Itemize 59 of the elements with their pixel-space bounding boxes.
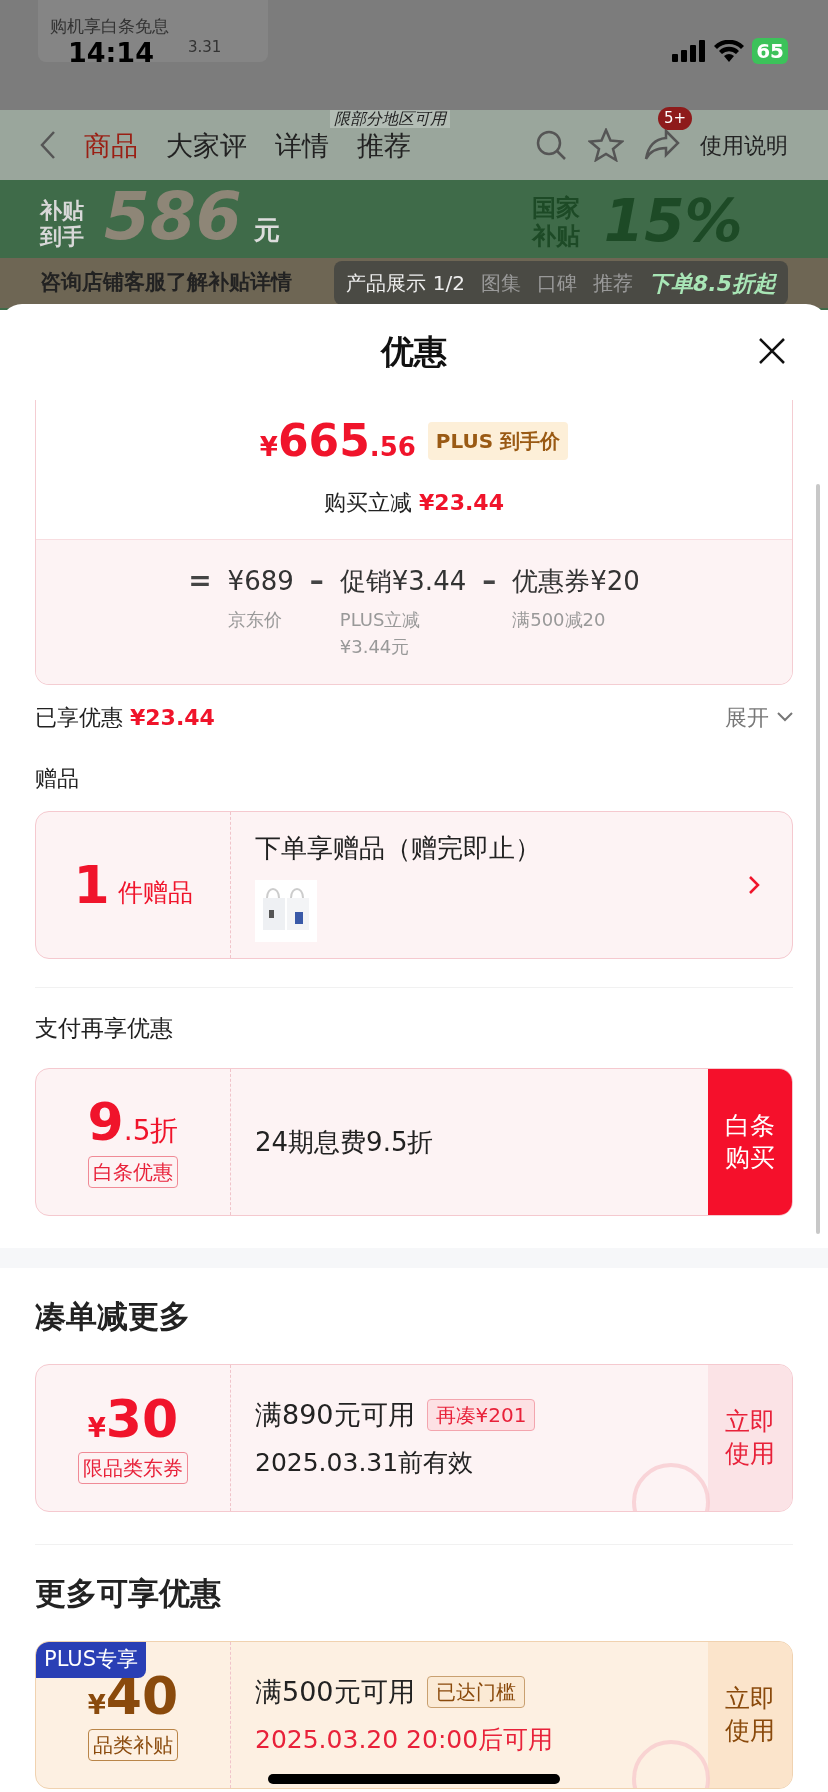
gift-card[interactable]: 1 件赠品 下单享赠品（赠完即止） [35, 811, 793, 959]
media-tab[interactable]: 产品展示 1/2 [346, 268, 465, 298]
plus-badge: PLUS专享 [36, 1642, 147, 1678]
coupon-validity: 2025.03.31前有效 [255, 1446, 475, 1479]
subsidy-label: 补贴到手 [40, 198, 85, 250]
price-term: 促销¥3.44 [339, 565, 467, 598]
consult-note: 咨询店铺客服了解补贴详情 [40, 269, 292, 297]
use-now-button[interactable]: 立即使用 [708, 1365, 792, 1511]
operator-sign: – [482, 564, 497, 599]
coupon-amount: ¥30 [87, 1392, 179, 1448]
term-note: PLUS立减 ¥3.44元 [339, 608, 422, 659]
coupon-condition: 满890元可用 [255, 1398, 415, 1432]
expand-toggle[interactable]: 展开 [725, 700, 793, 734]
price-term: ¥689 [227, 565, 294, 598]
nav-tab[interactable]: 详情 [275, 131, 329, 159]
region-note: 限部分地区可用 [330, 110, 450, 128]
media-tab[interactable]: 推荐 [593, 268, 633, 298]
discount-slogan: 下单8.5折起 [649, 269, 776, 298]
use-now-button[interactable]: 立即使用 [708, 1642, 792, 1788]
final-price: ¥665.56 [259, 414, 416, 468]
instant-saving: 购买立减 ¥23.44 [324, 489, 504, 517]
operator-sign: – [309, 564, 324, 599]
nav-tab[interactable]: 大家评 [166, 131, 247, 159]
subsidy-unit: 元 [253, 214, 280, 247]
coupon-hint: 已达门槛 [426, 1676, 525, 1709]
battery-indicator: 65 [752, 38, 788, 64]
operator-sign: = [188, 564, 212, 599]
status-time: 14:14 [68, 36, 154, 70]
promo-date: 3.31 [188, 37, 222, 58]
coupon-validity: 2025.03.20 20:00后可用 [255, 1723, 555, 1756]
coupon-tag: 品类补贴 [88, 1728, 178, 1761]
section-title: 凑单减更多 [35, 1296, 190, 1336]
manual-link[interactable]: 使用说明 [700, 128, 788, 162]
price-tag: PLUS 到手价 [427, 422, 569, 460]
discount-tag: 白条优惠 [88, 1156, 178, 1188]
term-note: 京东价 [227, 608, 283, 632]
price-term: 优惠券¥20 [512, 565, 640, 598]
discount-rate: 9.5折 [87, 1096, 179, 1152]
coupon-condition: 满500元可用 [255, 1675, 415, 1709]
promo-title: 购机享白条免息 [50, 15, 170, 39]
gift-count-label: 件赠品 [117, 877, 193, 910]
baitiao-buy-button[interactable]: 白条购买 [708, 1069, 792, 1215]
coupon-tag: 限品类东券 [78, 1451, 188, 1484]
term-note: 满500减20 [512, 608, 607, 632]
media-tab[interactable]: 图集 [481, 268, 521, 298]
gift-description: 下单享赠品（赠完即止） [255, 831, 542, 865]
cart-badge: 5+ [657, 107, 692, 130]
installment-offer: 24期息费9.5折 [255, 1125, 434, 1159]
coupon-hint: 再凑¥201 [426, 1399, 536, 1432]
section-title: 赠品 [35, 764, 79, 793]
section-title: 更多可享优惠 [35, 1573, 221, 1613]
enjoyed-discount: 已享优惠 ¥23.44 [35, 703, 215, 732]
gift-count: 1 [73, 854, 110, 917]
subsidy-amount: 586 [104, 184, 242, 250]
sheet-title: 优惠 [381, 331, 447, 374]
section-title: 支付再享优惠 [35, 1013, 173, 1043]
nav-tab[interactable]: 商品 [84, 131, 138, 159]
media-tab[interactable]: 口碑 [537, 268, 577, 298]
nav-tab[interactable]: 推荐 [357, 131, 411, 159]
